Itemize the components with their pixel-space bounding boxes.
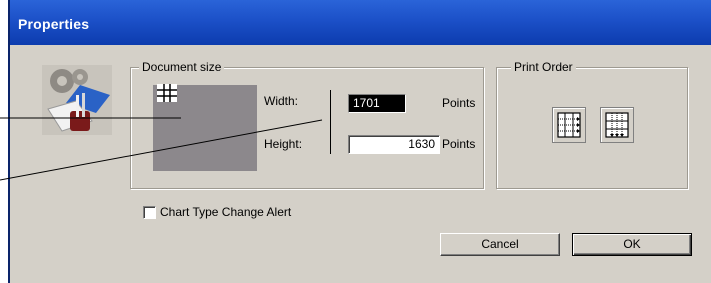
size-divider <box>330 90 331 154</box>
print-order-group: Print Order <box>496 60 688 189</box>
print-order-group-label: Print Order <box>511 60 576 74</box>
width-unit-label: Points <box>442 96 476 110</box>
height-label: Height: <box>264 137 303 151</box>
height-unit-label: Points <box>442 137 476 151</box>
width-label: Width: <box>264 94 299 108</box>
grid-icon <box>157 84 177 102</box>
ok-button[interactable]: OK <box>572 233 692 256</box>
down-then-across-icon <box>605 112 629 138</box>
chart-type-change-alert-checkbox[interactable] <box>143 206 156 219</box>
chart-type-change-alert-label[interactable]: Chart Type Change Alert <box>160 205 291 219</box>
cancel-button[interactable]: Cancel <box>440 233 560 256</box>
dialog-title: Properties <box>18 16 90 32</box>
properties-settings-icon <box>42 65 112 135</box>
across-then-down-icon <box>557 112 581 138</box>
down-then-across-button[interactable] <box>600 107 634 143</box>
title-bar[interactable]: Properties <box>10 0 711 45</box>
properties-dialog: Properties Document size Width: Height: … <box>8 0 711 283</box>
width-input[interactable]: 1701 <box>348 94 406 113</box>
document-size-group-label: Document size <box>139 60 225 74</box>
height-input[interactable]: 1630 <box>348 135 440 154</box>
dialog-body: Document size Width: Height: 1701 1630 P… <box>12 45 711 283</box>
across-then-down-button[interactable] <box>552 107 586 143</box>
